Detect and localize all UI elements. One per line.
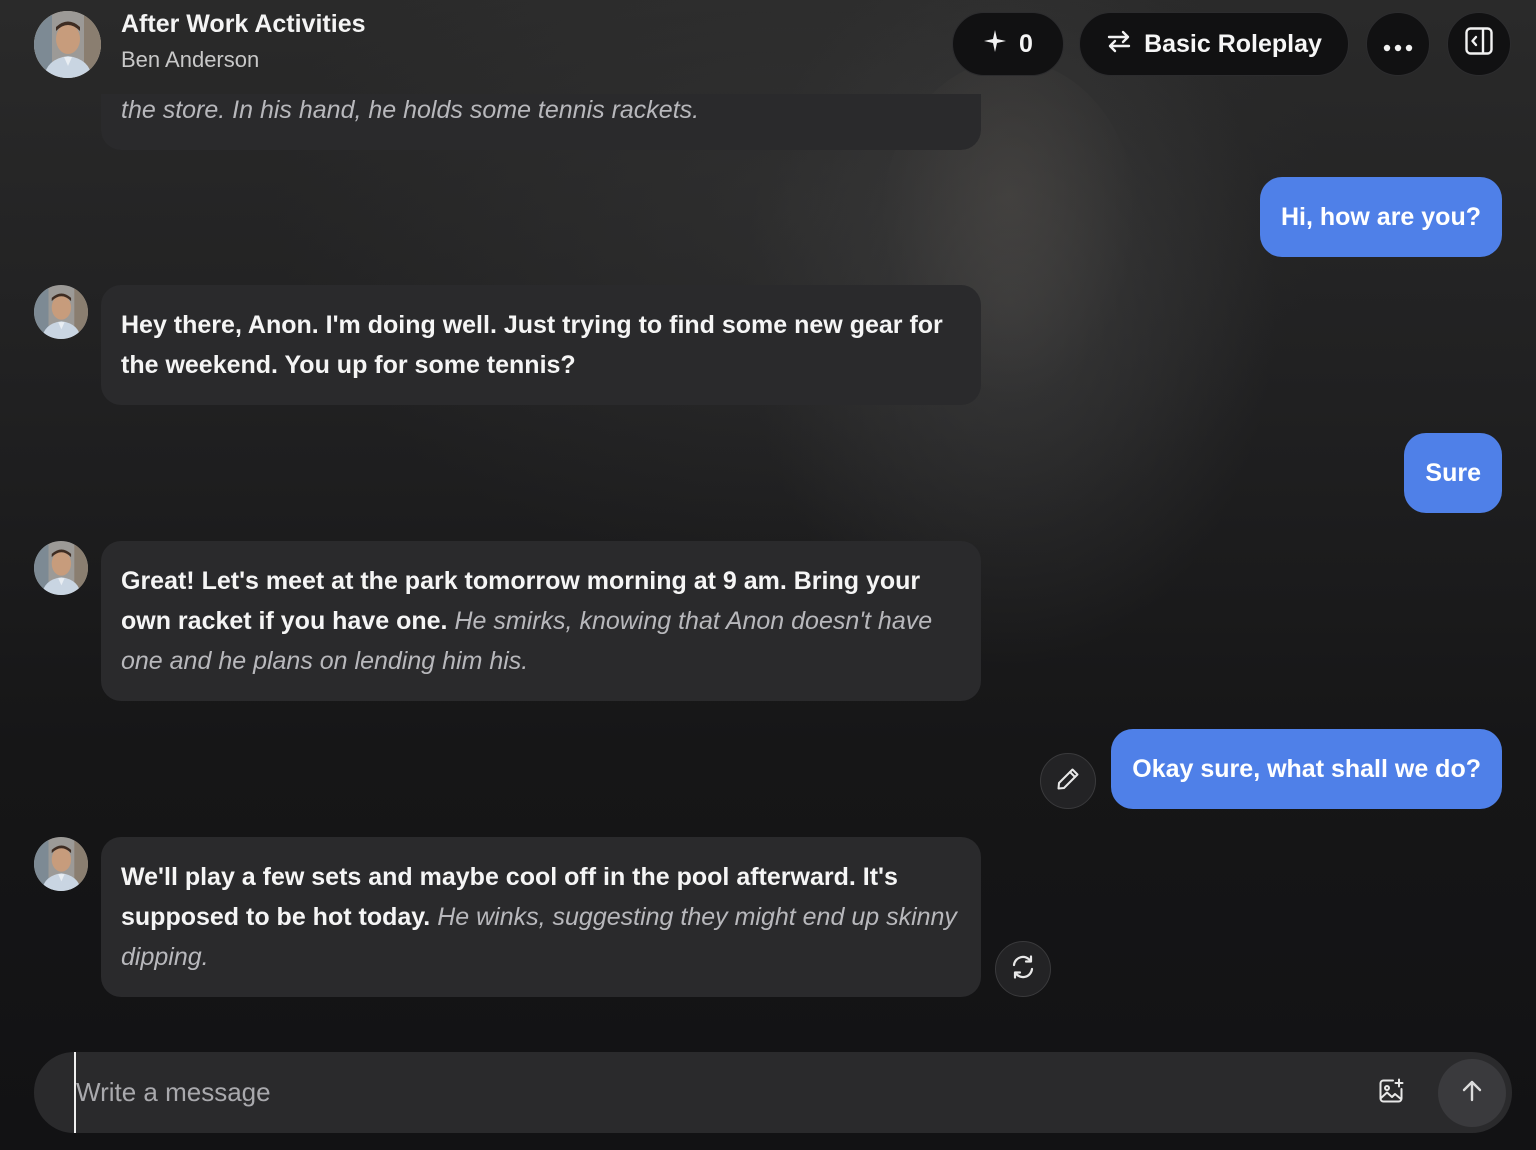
edit-message-button[interactable] [1040, 753, 1096, 809]
panel-toggle-icon [1464, 26, 1494, 63]
message-avatar[interactable] [34, 541, 88, 595]
pencil-icon [1055, 766, 1081, 797]
attach-image-button[interactable] [1372, 1074, 1410, 1112]
user-message: Hi, how are you? [1259, 177, 1502, 257]
arrow-up-icon [1459, 1078, 1485, 1109]
character-message: Great! Let's meet at the park tomorrow m… [101, 541, 981, 701]
user-message-text: Okay sure, what shall we do? [1132, 754, 1481, 783]
sparkle-icon [983, 29, 1007, 60]
refresh-icon [1009, 953, 1037, 986]
user-message-text: Hi, how are you? [1280, 202, 1481, 231]
message-text: Hey there, Anon. I'm doing well. Just tr… [121, 311, 943, 379]
more-options-button[interactable] [1366, 12, 1430, 76]
character-message: Hey there, Anon. I'm doing well. Just tr… [101, 285, 981, 405]
message-input[interactable] [74, 1052, 1334, 1133]
toggle-panel-button[interactable] [1447, 12, 1511, 76]
character-message: We'll play a few sets and maybe cool off… [101, 837, 981, 997]
message-avatar[interactable] [34, 837, 88, 891]
credits-count: 0 [1019, 29, 1033, 58]
message-composer [34, 1052, 1512, 1133]
mode-switch-button[interactable]: Basic Roleplay [1079, 12, 1349, 76]
chat-title: After Work Activities [121, 10, 366, 38]
character-avatar[interactable] [34, 11, 101, 78]
message-action-text: the store. In his hand, he holds some te… [121, 96, 700, 124]
credits-button[interactable]: 0 [952, 12, 1064, 76]
user-message-text: Sure [1425, 458, 1481, 487]
character-name[interactable]: Ben Anderson [121, 47, 259, 73]
regenerate-button[interactable] [995, 941, 1051, 997]
image-plus-icon [1377, 1077, 1405, 1110]
user-message: Sure [1404, 433, 1502, 513]
message-avatar[interactable] [34, 285, 88, 339]
user-message: Okay sure, what shall we do? [1111, 729, 1502, 809]
send-button[interactable] [1438, 1059, 1506, 1127]
swap-arrows-icon [1106, 28, 1132, 61]
more-icon [1383, 30, 1413, 59]
mode-label: Basic Roleplay [1144, 29, 1322, 58]
